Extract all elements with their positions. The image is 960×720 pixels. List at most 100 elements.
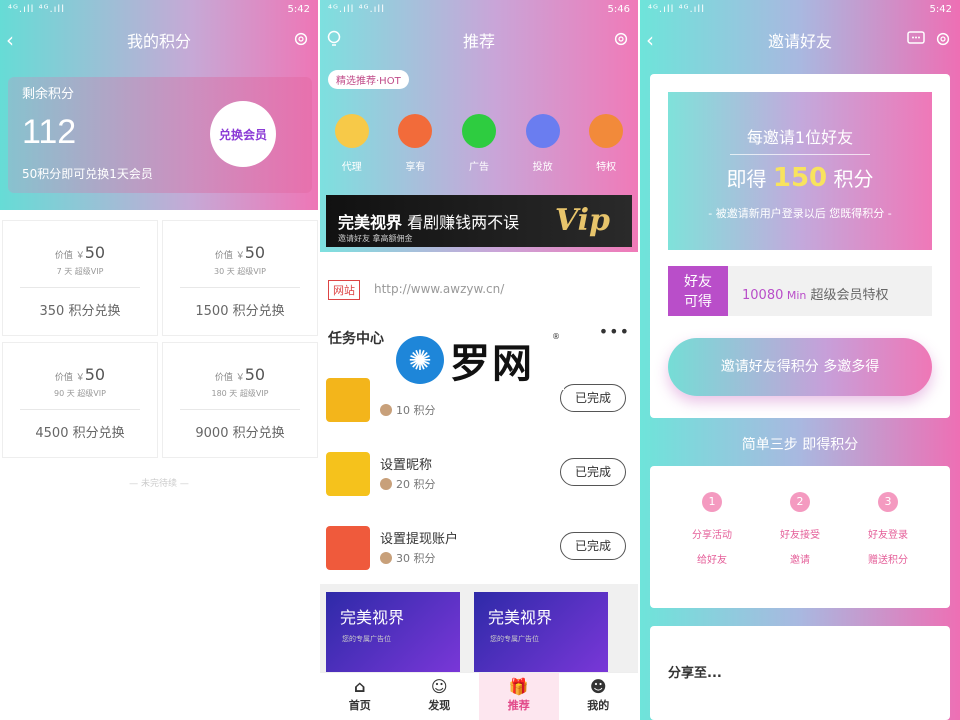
category-label: 特权 xyxy=(596,162,617,173)
category-icon xyxy=(334,114,369,148)
tab-discover[interactable]: ☺ 发现 xyxy=(400,673,480,720)
gear-icon[interactable] xyxy=(934,30,952,48)
category-item[interactable]: 广告 xyxy=(456,114,502,173)
price-row: 价值 ￥50 xyxy=(3,365,157,384)
coin-icon xyxy=(380,552,392,564)
tab-label: 推荐 xyxy=(507,699,530,712)
vip-card[interactable]: 价值 ￥50 30 天 超级VIP 1500 积分兑换 xyxy=(162,220,318,336)
task-points: 10 积分 xyxy=(380,402,436,418)
category-icon xyxy=(589,114,624,148)
page-title: 推荐 xyxy=(462,32,495,51)
points-label: 剩余积分 xyxy=(22,87,75,102)
tab-label: 首页 xyxy=(348,699,371,712)
task-status-button[interactable]: 已完成 xyxy=(560,384,626,412)
share-title: 分享至... xyxy=(668,666,722,681)
ticket-label-line2: 可得 xyxy=(684,294,712,310)
vip-logo: Vip xyxy=(554,203,610,238)
step-number: 3 xyxy=(878,492,898,512)
home-icon: ⌂ xyxy=(354,677,366,696)
pencil-icon xyxy=(326,452,370,496)
promo-banner[interactable]: 完美视界 看剧赚钱两不误 邀请好友 拿高额佣金 Vip xyxy=(326,195,632,247)
redeem-button[interactable]: 兑换会员 xyxy=(210,101,276,167)
lightbulb-icon[interactable] xyxy=(326,30,342,48)
page-title: 我的积分 xyxy=(126,32,191,51)
banner-brand: 完美视界 xyxy=(338,213,403,232)
ad-subtitle: 您的专属广告位 xyxy=(490,635,539,643)
divider xyxy=(180,409,300,410)
ad-title: 完美视界 xyxy=(340,608,405,627)
vip-card[interactable]: 价值 ￥50 90 天 超级VIP 4500 积分兑换 xyxy=(2,342,158,458)
step-line1: 分享活动 xyxy=(692,530,732,541)
vip-card[interactable]: 价值 ￥50 7 天 超级VIP 350 积分兑换 xyxy=(2,220,158,336)
ad-title: 完美视界 xyxy=(488,608,553,627)
task-item: 设置昵称 20 积分 已完成 xyxy=(320,448,638,514)
divider xyxy=(20,287,140,288)
divider xyxy=(180,287,300,288)
task-name: 设置昵称 xyxy=(380,458,433,473)
status-time: 5:46 xyxy=(607,3,630,15)
ad-subtitle: 您的专属广告位 xyxy=(342,635,391,643)
task-points-value: 30 积分 xyxy=(396,552,436,565)
task-points: 20 积分 xyxy=(380,476,436,492)
step-line1: 好友登录 xyxy=(868,530,908,541)
step-line2: 给好友 xyxy=(697,555,727,566)
ad-card[interactable]: 完美视界 您的专属广告位 xyxy=(474,592,608,674)
tab-label: 发现 xyxy=(428,699,451,712)
website-url[interactable]: http://www.awzyw.cn/ xyxy=(374,282,504,296)
signal-icon: ⁴ᴳ.ıll ⁴ᴳ.ıll xyxy=(8,3,65,15)
ticket-minutes: 10080 xyxy=(742,288,784,303)
points-value: 112 xyxy=(22,113,77,151)
category-item[interactable]: 代理 xyxy=(329,114,375,173)
category-icon xyxy=(525,114,560,148)
title-bar: ‹ 我的积分 xyxy=(0,18,318,62)
logo-text: 罗网 xyxy=(450,341,534,387)
title-bar: 推荐 xyxy=(320,18,638,62)
task-center-title: 任务中心 xyxy=(328,331,384,347)
category-item[interactable]: 特权 xyxy=(583,114,629,173)
ticket-text: 超级会员特权 xyxy=(806,288,889,303)
status-time: 5:42 xyxy=(929,3,952,15)
back-icon[interactable]: ‹ xyxy=(646,28,654,52)
vip-duration: 90 天 超级VIP xyxy=(54,389,106,398)
logo-icon: ✺ xyxy=(396,336,444,384)
tab-recommend[interactable]: 🎁 推荐 xyxy=(479,673,559,720)
gear-icon[interactable] xyxy=(612,30,630,48)
user-icon: ☻ xyxy=(589,677,607,696)
exchange-text: 1500 积分兑换 xyxy=(195,304,285,319)
more-icon[interactable]: ••• xyxy=(599,322,630,341)
step-line2: 邀请 xyxy=(790,555,810,566)
banner-subtitle: 邀请好友 拿高额佣金 xyxy=(338,234,413,243)
back-icon[interactable]: ‹ xyxy=(6,28,14,52)
gear-icon[interactable] xyxy=(292,30,310,48)
status-bar: ⁴ᴳ.ıll ⁴ᴳ.ıll 5:46 xyxy=(320,0,638,18)
tab-mine[interactable]: ☻ 我的 xyxy=(559,673,639,720)
task-status-button[interactable]: 已完成 xyxy=(560,532,626,560)
message-icon[interactable] xyxy=(906,30,926,48)
category-item[interactable]: 投放 xyxy=(520,114,566,173)
step-line1: 好友接受 xyxy=(780,530,820,541)
invite-note: - 被邀请新用户登录以后 您既得积分 - xyxy=(708,207,892,220)
category-row: 代理 享有 广告 投放 特权 xyxy=(320,114,638,173)
task-status-button[interactable]: 已完成 xyxy=(560,458,626,486)
reward-ticket: 好友 可得 10080 Min 超级会员特权 xyxy=(668,266,932,316)
ticket-label-line1: 好友 xyxy=(684,274,712,290)
category-item[interactable]: 享有 xyxy=(392,114,438,173)
exchange-text: 9000 积分兑换 xyxy=(195,426,285,441)
price-row: 价值 ￥50 xyxy=(163,243,317,262)
price-value: 50 xyxy=(244,243,266,262)
price-value: 50 xyxy=(84,365,106,384)
invite-reward: 即得 150 积分 xyxy=(668,163,932,193)
coin-icon xyxy=(380,478,392,490)
steps-title: 简单三步 即得积分 xyxy=(741,437,859,453)
task-item: 设置提现账户 30 积分 已完成 xyxy=(320,522,638,588)
website-row[interactable]: 网站 http://www.awzyw.cn/ xyxy=(320,252,638,322)
tab-home[interactable]: ⌂ 首页 xyxy=(320,673,400,720)
step-item: 1 分享活动 给好友 xyxy=(672,492,752,566)
ad-card[interactable]: 完美视界 您的专属广告位 xyxy=(326,592,460,674)
steps-card: 1 分享活动 给好友 2 好友接受 邀请 3 好友登录 赠送积分 xyxy=(650,466,950,608)
invite-button[interactable]: 邀请好友得积分 多邀多得 xyxy=(668,338,932,396)
hot-tag[interactable]: 精选推荐·HOT xyxy=(328,70,409,89)
vip-card[interactable]: 价值 ￥50 180 天 超级VIP 9000 积分兑换 xyxy=(162,342,318,458)
reward-suffix: 积分 xyxy=(827,167,874,191)
no-more-text: — 未完待续 — xyxy=(129,479,189,489)
